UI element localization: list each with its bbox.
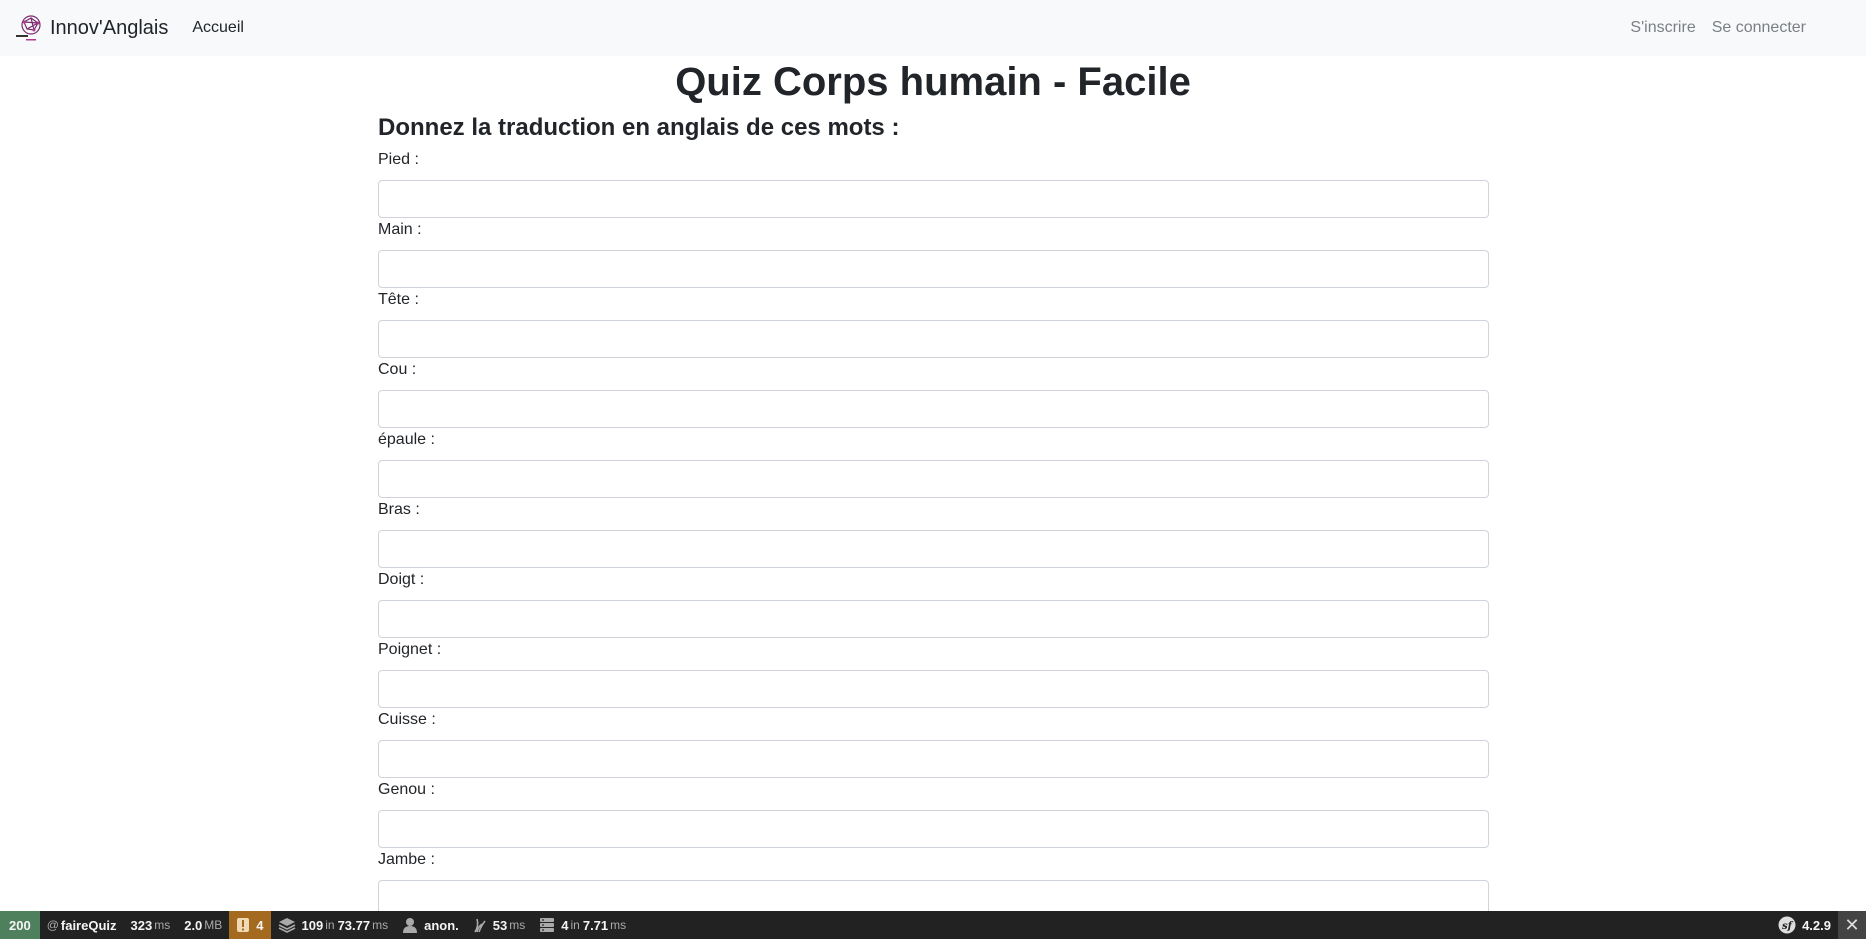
answer-input-tete[interactable] [378,320,1489,358]
quiz-field: Jambe : [378,850,1490,920]
time-value: 323 [130,917,153,933]
memory-value: 2.0 [184,917,203,933]
quiz-field: Doigt : [378,570,1490,640]
answer-input-pied[interactable] [378,180,1489,218]
nav-link-login[interactable]: Se connecter [1712,19,1806,37]
warning-count: 4 [256,917,264,933]
warning-log-icon [237,918,250,932]
brain-logo-icon [16,15,41,41]
field-label-genou: Genou : [378,781,435,798]
field-label-jambe: Jambe : [378,851,435,868]
nav-link-accueil[interactable]: Accueil [192,19,244,37]
forms-panel[interactable]: 109 in 73.77 ms [271,911,396,939]
forms-time: 73.77 [337,917,371,933]
quiz-form: Pied : Main : Tête : Cou : épaule : Bras… [378,150,1490,920]
forms-unit: ms [372,918,389,932]
field-label-cuisse: Cuisse : [378,711,436,728]
db-time: 7.71 [582,917,609,933]
quiz-field: Pied : [378,150,1490,220]
user-name: anon. [424,917,459,933]
database-icon [540,918,555,932]
memory-unit: MB [204,918,223,932]
field-label-poignet: Poignet : [378,641,442,658]
answer-input-genou[interactable] [378,810,1489,848]
field-label-epaule: épaule : [378,431,435,448]
time-unit: ms [154,918,171,932]
toolbar-right-group: sf 4.2.9 ✕ [1771,911,1866,939]
logs-warning-panel[interactable]: 4 [229,911,271,939]
answer-input-cou[interactable] [378,390,1489,428]
field-label-doigt: Doigt : [378,571,425,588]
navbar: Innov'Anglais Accueil S'inscrire Se conn… [0,0,1866,56]
close-toolbar-button[interactable]: ✕ [1838,911,1866,939]
quiz-field: Main : [378,220,1490,290]
answer-input-epaule[interactable] [378,460,1489,498]
answer-input-cuisse[interactable] [378,740,1489,778]
svg-text:sf: sf [1782,921,1794,932]
nav-right-group: S'inscrire Se connecter [1614,0,1806,56]
db-unit: ms [610,918,627,932]
quiz-field: Poignet : [378,640,1490,710]
quiz-field: épaule : [378,430,1490,500]
brand-link[interactable]: Innov'Anglais [14,12,168,44]
db-query-count: 4 [561,917,569,933]
time-panel[interactable]: 323 ms [124,911,178,939]
twig-unit: ms [509,918,526,932]
quiz-field: Genou : [378,780,1490,850]
field-label-bras: Bras : [378,501,420,518]
symfony-version-panel[interactable]: sf 4.2.9 [1771,911,1838,939]
field-label-tete: Tête : [378,291,419,308]
quiz-field: Cou : [378,360,1490,430]
symfony-debug-toolbar: 200 @ faireQuiz 323 ms 2.0 MB 4 109 in 7… [0,911,1866,939]
status-code-badge[interactable]: 200 [0,911,40,939]
symfony-version: 4.2.9 [1802,917,1831,933]
memory-panel[interactable]: 2.0 MB [177,911,229,939]
symfony-logo-icon: sf [1778,916,1796,934]
layers-icon [278,918,295,933]
nav-link-signup[interactable]: S'inscrire [1630,19,1695,37]
twig-panel[interactable]: 53 ms [466,911,532,939]
close-icon: ✕ [1844,914,1860,935]
route-panel[interactable]: @ faireQuiz [40,911,124,939]
twig-time: 53 [492,917,508,933]
status-code: 200 [9,917,31,933]
field-label-main: Main : [378,221,422,238]
twig-icon [474,918,486,933]
answer-input-doigt[interactable] [378,600,1489,638]
quiz-instructions: Donnez la traduction en anglais de ces m… [378,114,900,141]
field-label-pied: Pied : [378,151,419,168]
answer-input-main[interactable] [378,250,1489,288]
forms-in: in [325,918,335,932]
security-panel[interactable]: anon. [395,911,466,939]
route-name: faireQuiz [60,917,117,933]
quiz-field: Bras : [378,500,1490,570]
page-title: Quiz Corps humain - Facile [675,60,1191,104]
quiz-field: Tête : [378,290,1490,360]
answer-input-bras[interactable] [378,530,1489,568]
route-prefix: @ [46,918,59,932]
quiz-field: Cuisse : [378,710,1490,780]
db-in: in [570,918,580,932]
answer-input-poignet[interactable] [378,670,1489,708]
brand-name: Innov'Anglais [50,16,169,39]
database-panel[interactable]: 4 in 7.71 ms [532,911,633,939]
user-icon [403,918,418,933]
forms-count: 109 [301,917,324,933]
field-label-cou: Cou : [378,361,417,378]
